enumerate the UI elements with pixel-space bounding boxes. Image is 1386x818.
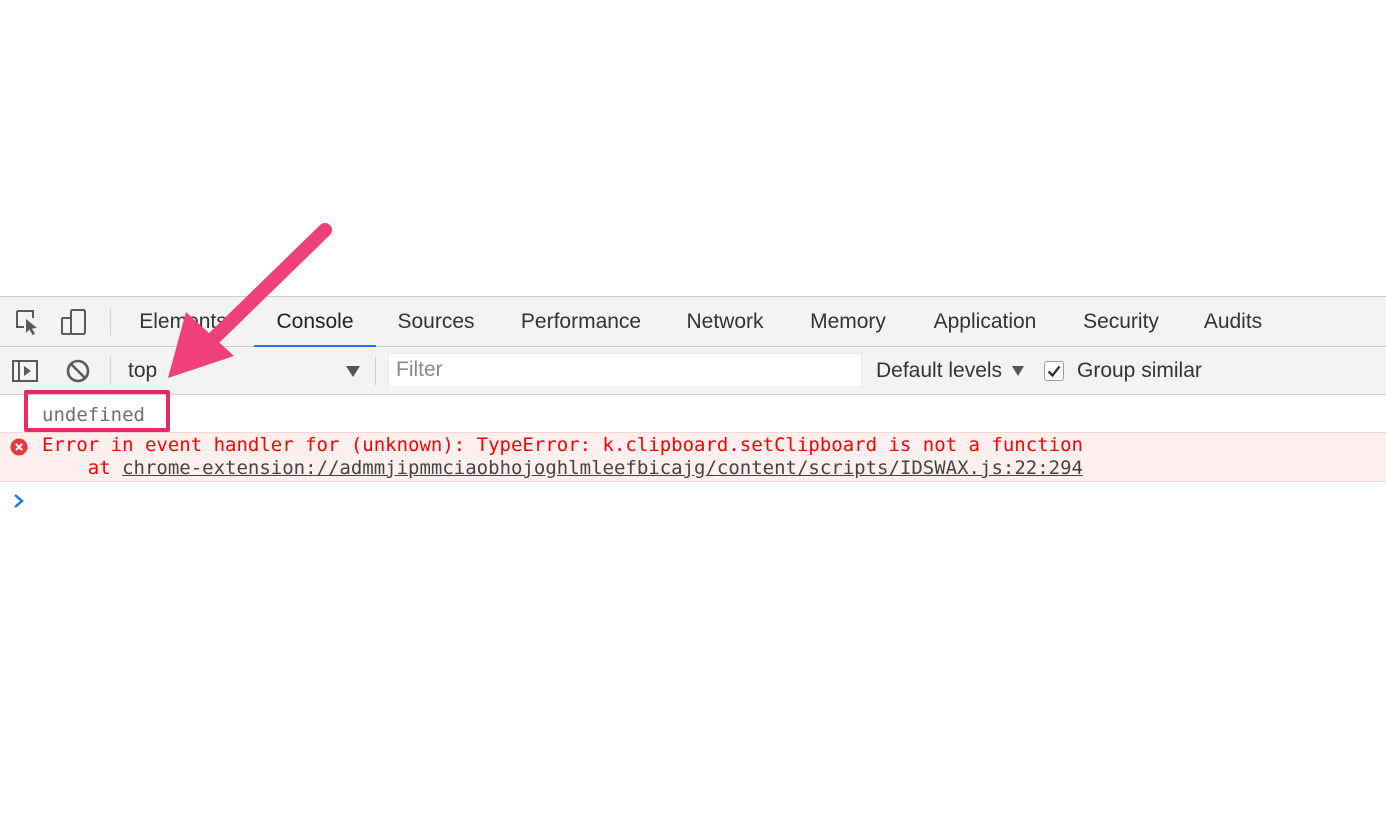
tab-sources[interactable]: Sources (384, 297, 488, 347)
error-circle-icon (10, 438, 28, 456)
tab-console[interactable]: Console (254, 297, 376, 348)
console-result-row: undefined (0, 396, 1386, 433)
context-selector[interactable]: top (120, 353, 368, 389)
inspected-page-area (0, 0, 1386, 296)
tab-security[interactable]: Security (1070, 297, 1172, 347)
chevron-right-icon[interactable] (12, 492, 26, 510)
tab-network[interactable]: Network (672, 297, 778, 347)
group-similar-label[interactable]: Group similar (1077, 353, 1202, 389)
tab-audits[interactable]: Audits (1190, 297, 1276, 347)
error-source-link[interactable]: chrome-extension://admmjipmmciaobhojoghl… (122, 457, 1083, 479)
stack-at-prefix: at (42, 457, 123, 479)
show-sidebar-icon[interactable] (10, 356, 40, 386)
devtools-tabbar: Elements Console Sources Performance Net… (0, 296, 1386, 348)
tabbar-separator (110, 309, 111, 335)
inspect-element-icon[interactable] (14, 308, 42, 336)
error-stack-line: at chrome-extension://admmjipmmciaobhojo… (42, 457, 1083, 480)
log-levels-label: Default levels (876, 359, 1003, 382)
annotation-highlight-box (24, 390, 170, 432)
filter-input[interactable] (388, 353, 862, 387)
devtools-panel: Elements Console Sources Performance Net… (0, 296, 1386, 818)
tab-elements[interactable]: Elements (130, 297, 236, 347)
clear-console-icon[interactable] (63, 356, 93, 386)
dropdown-arrow-icon (1012, 366, 1025, 377)
tab-application[interactable]: Application (918, 297, 1052, 347)
error-message: Error in event handler for (unknown): Ty… (42, 434, 1083, 456)
context-value: top (128, 359, 158, 382)
tab-performance[interactable]: Performance (506, 297, 656, 347)
console-error-row: Error in event handler for (unknown): Ty… (0, 432, 1386, 482)
checkmark-icon (1047, 365, 1061, 378)
toolbar-separator (110, 357, 111, 385)
tab-memory[interactable]: Memory (796, 297, 900, 347)
device-toolbar-icon[interactable] (60, 308, 88, 336)
group-similar-checkbox[interactable] (1044, 361, 1064, 381)
dropdown-arrow-icon (346, 366, 360, 377)
toolbar-separator (375, 357, 376, 385)
console-toolbar: top Default levels Group similar (0, 347, 1386, 395)
log-levels-dropdown[interactable]: Default levels (876, 353, 1025, 389)
